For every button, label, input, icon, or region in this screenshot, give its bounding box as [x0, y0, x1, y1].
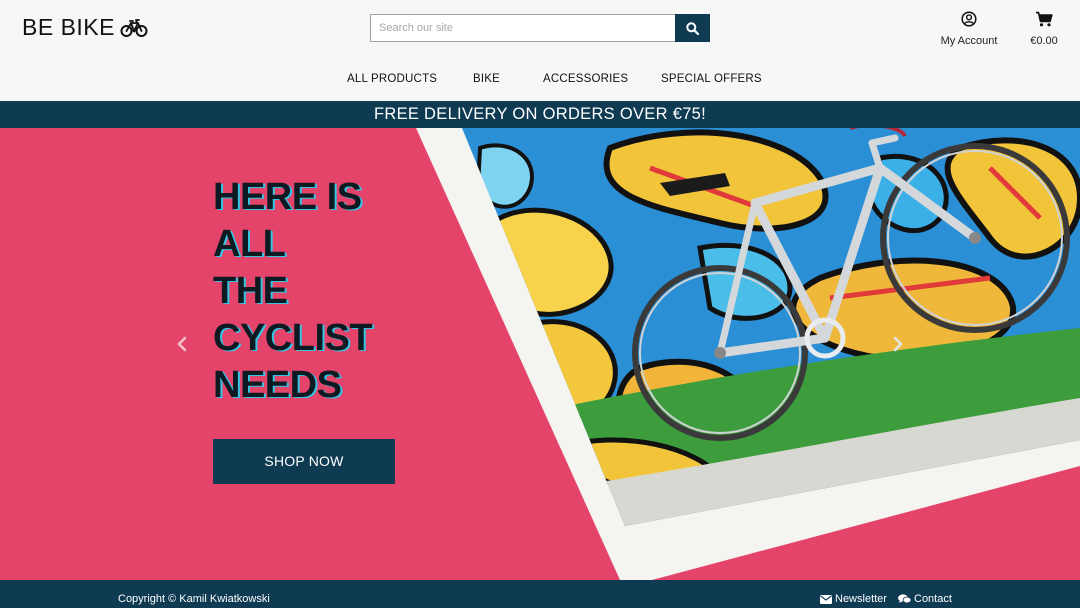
newsletter-link[interactable]: Newsletter — [820, 593, 887, 605]
chevron-right-icon — [893, 336, 903, 352]
headline-line: THE — [213, 270, 288, 312]
user-circle-icon — [961, 11, 977, 27]
search-input[interactable] — [370, 14, 675, 42]
headline-line: HERE IS — [213, 176, 362, 218]
shop-now-button[interactable]: SHOP NOW — [213, 439, 395, 484]
search-button[interactable] — [675, 14, 710, 42]
hero-carousel: HERE IS ALL THE CYCLIST NEEDS SHOP NOW — [0, 128, 1080, 580]
site-footer: Copyright © Kamil Kwiatkowski Newsletter… — [0, 580, 1080, 608]
site-header: BE BIKE My Account — [0, 0, 1080, 101]
my-account-label: My Account — [940, 35, 998, 47]
main-navigation: ALL PRODUCTS BIKE ACCESSORIES SPECIAL OF… — [0, 73, 1080, 91]
nav-special-offers[interactable]: SPECIAL OFFERS — [661, 73, 762, 85]
shopping-cart-link[interactable]: €0.00 — [1024, 11, 1064, 47]
newsletter-label: Newsletter — [835, 593, 887, 605]
headline-line: NEEDS — [213, 364, 342, 406]
headline-line: CYCLIST — [213, 317, 373, 359]
carousel-next-button[interactable] — [890, 334, 906, 354]
free-delivery-banner: FREE DELIVERY ON ORDERS OVER €75! — [0, 101, 1080, 128]
copyright-text: Copyright © Kamil Kwiatkowski — [118, 593, 270, 605]
search-icon — [686, 21, 699, 35]
envelope-icon — [820, 594, 832, 604]
hero-bike-image — [416, 128, 1080, 580]
search-bar — [370, 14, 710, 42]
nav-accessories[interactable]: ACCESSORIES — [543, 73, 628, 85]
shopping-cart-icon — [1036, 11, 1053, 27]
brand-logo[interactable]: BE BIKE — [22, 14, 148, 41]
carousel-prev-button[interactable] — [174, 334, 190, 354]
nav-all-products[interactable]: ALL PRODUCTS — [347, 73, 437, 85]
bicycle-icon — [120, 18, 148, 38]
cart-total: €0.00 — [1030, 35, 1058, 47]
my-account-link[interactable]: My Account — [936, 11, 1002, 47]
chat-icon — [898, 594, 911, 604]
contact-link[interactable]: Contact — [898, 593, 952, 605]
chevron-left-icon — [177, 336, 187, 352]
nav-bike[interactable]: BIKE — [473, 73, 500, 85]
headline-line: ALL — [213, 223, 286, 265]
contact-label: Contact — [914, 593, 952, 605]
hero-headline: HERE IS ALL THE CYCLIST NEEDS — [213, 174, 423, 409]
brand-name: BE BIKE — [22, 14, 115, 40]
